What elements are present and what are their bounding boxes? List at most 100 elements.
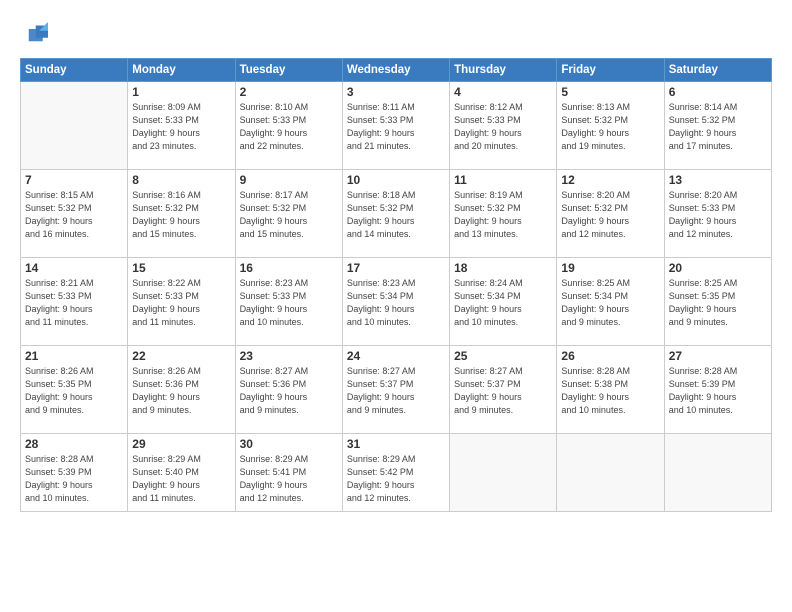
calendar-cell: 21 Sunrise: 8:26 AM Sunset: 5:35 PM Dayli… [21, 346, 128, 434]
calendar-cell: 5Sunrise: 8:13 AM Sunset: 5:32 PM Daylig… [557, 82, 664, 170]
day-number: 19 [561, 261, 659, 275]
day-info: Sunrise: 8:12 AM Sunset: 5:33 PM Dayligh… [454, 101, 552, 153]
calendar-cell: 4 Sunrise: 8:12 AM Sunset: 5:33 PM Daylig… [450, 82, 557, 170]
day-number: 17 [347, 261, 445, 275]
calendar-cell: 17 Sunrise: 8:23 AM Sunset: 5:34 PM Dayli… [342, 258, 449, 346]
day-number: 4 [454, 85, 552, 99]
calendar-cell: 12 Sunrise: 8:20 AM Sunset: 5:32 PM Dayli… [557, 170, 664, 258]
calendar-cell: 11 Sunrise: 8:19 AM Sunset: 5:32 PM Dayli… [450, 170, 557, 258]
calendar-table: SundayMondayTuesdayWednesdayThursdayFrid… [20, 58, 772, 512]
day-info: Sunrise: 8:29 AM Sunset: 5:41 PM Dayligh… [240, 453, 338, 505]
day-info: Sunrise: 8:09 AM Sunset: 5:33 PM Dayligh… [132, 101, 230, 153]
calendar-cell: 10 Sunrise: 8:18 AM Sunset: 5:32 PM Dayli… [342, 170, 449, 258]
day-number: 23 [240, 349, 338, 363]
day-info: Sunrise: 8:18 AM Sunset: 5:32 PM Dayligh… [347, 189, 445, 241]
day-info: Sunrise: 8:16 AM Sunset: 5:32 PM Dayligh… [132, 189, 230, 241]
calendar-cell: 29 Sunrise: 8:29 AM Sunset: 5:40 PM Dayli… [128, 434, 235, 512]
day-number: 3 [347, 85, 445, 99]
day-info: Sunrise: 8:15 AM Sunset: 5:32 PM Dayligh… [25, 189, 123, 241]
calendar-cell: 24 Sunrise: 8:27 AM Sunset: 5:37 PM Dayli… [342, 346, 449, 434]
calendar-cell: 22Sunrise: 8:26 AM Sunset: 5:36 PM Dayli… [128, 346, 235, 434]
day-number: 29 [132, 437, 230, 451]
calendar-header-friday: Friday [557, 59, 664, 82]
calendar-cell: 23 Sunrise: 8:27 AM Sunset: 5:36 PM Dayli… [235, 346, 342, 434]
day-number: 31 [347, 437, 445, 451]
day-number: 26 [561, 349, 659, 363]
calendar-cell: 19Sunrise: 8:25 AM Sunset: 5:34 PM Dayli… [557, 258, 664, 346]
day-info: Sunrise: 8:11 AM Sunset: 5:33 PM Dayligh… [347, 101, 445, 153]
day-info: Sunrise: 8:23 AM Sunset: 5:34 PM Dayligh… [347, 277, 445, 329]
day-number: 9 [240, 173, 338, 187]
day-number: 13 [669, 173, 767, 187]
calendar-cell: 9 Sunrise: 8:17 AM Sunset: 5:32 PM Daylig… [235, 170, 342, 258]
day-info: Sunrise: 8:28 AM Sunset: 5:38 PM Dayligh… [561, 365, 659, 417]
day-info: Sunrise: 8:29 AM Sunset: 5:40 PM Dayligh… [132, 453, 230, 505]
calendar-week-5: 28 Sunrise: 8:28 AM Sunset: 5:39 PM Dayli… [21, 434, 772, 512]
calendar-cell: 2 Sunrise: 8:10 AM Sunset: 5:33 PM Daylig… [235, 82, 342, 170]
day-number: 1 [132, 85, 230, 99]
day-info: Sunrise: 8:21 AM Sunset: 5:33 PM Dayligh… [25, 277, 123, 329]
calendar-cell: 6 Sunrise: 8:14 AM Sunset: 5:32 PM Daylig… [664, 82, 771, 170]
calendar-header-tuesday: Tuesday [235, 59, 342, 82]
day-number: 2 [240, 85, 338, 99]
calendar-header-saturday: Saturday [664, 59, 771, 82]
day-info: Sunrise: 8:24 AM Sunset: 5:34 PM Dayligh… [454, 277, 552, 329]
day-info: Sunrise: 8:26 AM Sunset: 5:35 PM Dayligh… [25, 365, 123, 417]
calendar-header-wednesday: Wednesday [342, 59, 449, 82]
day-info: Sunrise: 8:27 AM Sunset: 5:37 PM Dayligh… [347, 365, 445, 417]
day-number: 8 [132, 173, 230, 187]
calendar-header-monday: Monday [128, 59, 235, 82]
day-info: Sunrise: 8:27 AM Sunset: 5:37 PM Dayligh… [454, 365, 552, 417]
day-info: Sunrise: 8:22 AM Sunset: 5:33 PM Dayligh… [132, 277, 230, 329]
day-number: 12 [561, 173, 659, 187]
day-info: Sunrise: 8:28 AM Sunset: 5:39 PM Dayligh… [25, 453, 123, 505]
day-info: Sunrise: 8:26 AM Sunset: 5:36 PM Dayligh… [132, 365, 230, 417]
day-number: 21 [25, 349, 123, 363]
day-number: 28 [25, 437, 123, 451]
day-info: Sunrise: 8:17 AM Sunset: 5:32 PM Dayligh… [240, 189, 338, 241]
day-info: Sunrise: 8:20 AM Sunset: 5:33 PM Dayligh… [669, 189, 767, 241]
calendar-cell: 16Sunrise: 8:23 AM Sunset: 5:33 PM Dayli… [235, 258, 342, 346]
calendar-header-thursday: Thursday [450, 59, 557, 82]
calendar-cell [557, 434, 664, 512]
day-number: 6 [669, 85, 767, 99]
day-info: Sunrise: 8:19 AM Sunset: 5:32 PM Dayligh… [454, 189, 552, 241]
calendar-week-1: 1 Sunrise: 8:09 AM Sunset: 5:33 PM Daylig… [21, 82, 772, 170]
page: SundayMondayTuesdayWednesdayThursdayFrid… [0, 0, 792, 612]
calendar-cell: 20Sunrise: 8:25 AM Sunset: 5:35 PM Dayli… [664, 258, 771, 346]
calendar-cell [664, 434, 771, 512]
day-number: 15 [132, 261, 230, 275]
day-info: Sunrise: 8:28 AM Sunset: 5:39 PM Dayligh… [669, 365, 767, 417]
day-info: Sunrise: 8:14 AM Sunset: 5:32 PM Dayligh… [669, 101, 767, 153]
day-number: 10 [347, 173, 445, 187]
day-number: 14 [25, 261, 123, 275]
day-number: 16 [240, 261, 338, 275]
calendar-cell: 3 Sunrise: 8:11 AM Sunset: 5:33 PM Daylig… [342, 82, 449, 170]
calendar-cell: 27 Sunrise: 8:28 AM Sunset: 5:39 PM Dayli… [664, 346, 771, 434]
calendar-header-row: SundayMondayTuesdayWednesdayThursdayFrid… [21, 59, 772, 82]
day-number: 24 [347, 349, 445, 363]
logo-icon [20, 22, 48, 50]
day-info: Sunrise: 8:29 AM Sunset: 5:42 PM Dayligh… [347, 453, 445, 505]
calendar-cell: 8 Sunrise: 8:16 AM Sunset: 5:32 PM Daylig… [128, 170, 235, 258]
header [20, 18, 772, 50]
day-number: 11 [454, 173, 552, 187]
calendar-cell: 28 Sunrise: 8:28 AM Sunset: 5:39 PM Dayli… [21, 434, 128, 512]
day-number: 18 [454, 261, 552, 275]
day-number: 27 [669, 349, 767, 363]
day-info: Sunrise: 8:27 AM Sunset: 5:36 PM Dayligh… [240, 365, 338, 417]
calendar-header-sunday: Sunday [21, 59, 128, 82]
calendar-week-2: 7 Sunrise: 8:15 AM Sunset: 5:32 PM Daylig… [21, 170, 772, 258]
day-info: Sunrise: 8:10 AM Sunset: 5:33 PM Dayligh… [240, 101, 338, 153]
calendar-cell: 13 Sunrise: 8:20 AM Sunset: 5:33 PM Dayli… [664, 170, 771, 258]
calendar-week-3: 14 Sunrise: 8:21 AM Sunset: 5:33 PM Dayli… [21, 258, 772, 346]
calendar-week-4: 21 Sunrise: 8:26 AM Sunset: 5:35 PM Dayli… [21, 346, 772, 434]
day-number: 7 [25, 173, 123, 187]
calendar-cell: 25Sunrise: 8:27 AM Sunset: 5:37 PM Dayli… [450, 346, 557, 434]
calendar-cell: 14 Sunrise: 8:21 AM Sunset: 5:33 PM Dayli… [21, 258, 128, 346]
calendar-cell: 15 Sunrise: 8:22 AM Sunset: 5:33 PM Dayli… [128, 258, 235, 346]
calendar-cell: 18 Sunrise: 8:24 AM Sunset: 5:34 PM Dayli… [450, 258, 557, 346]
day-info: Sunrise: 8:20 AM Sunset: 5:32 PM Dayligh… [561, 189, 659, 241]
day-info: Sunrise: 8:13 AM Sunset: 5:32 PM Dayligh… [561, 101, 659, 153]
calendar-cell: 1 Sunrise: 8:09 AM Sunset: 5:33 PM Daylig… [128, 82, 235, 170]
